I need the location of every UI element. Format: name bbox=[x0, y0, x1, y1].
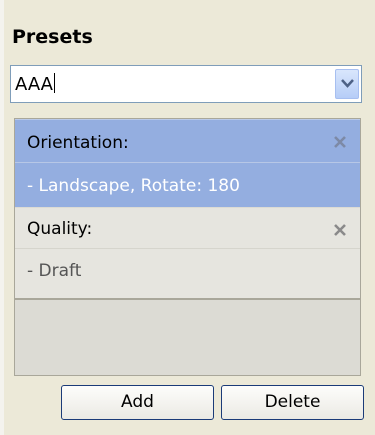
panel-edge bbox=[0, 0, 4, 435]
item-value: - Landscape, Rotate: 180 bbox=[27, 176, 240, 196]
chevron-down-icon bbox=[341, 79, 354, 88]
preset-combo-box[interactable]: AAA bbox=[10, 65, 362, 103]
preset-combo-value[interactable]: AAA bbox=[15, 73, 55, 95]
list-item-quality[interactable]: Quality: - Draft bbox=[15, 208, 360, 300]
preset-settings-list[interactable]: Orientation: - Landscape, Rotate: 180 Qu… bbox=[14, 118, 361, 376]
add-button[interactable]: Add bbox=[61, 385, 214, 420]
item-value: - Draft bbox=[27, 261, 82, 281]
remove-icon[interactable] bbox=[332, 134, 348, 150]
presets-title: Presets bbox=[12, 26, 93, 48]
item-divider bbox=[15, 248, 360, 249]
item-label: Quality: bbox=[27, 219, 93, 239]
delete-button[interactable]: Delete bbox=[221, 385, 364, 420]
combo-text: AAA bbox=[15, 74, 53, 95]
dropdown-button[interactable] bbox=[335, 69, 359, 99]
item-label: Orientation: bbox=[27, 133, 129, 153]
item-divider bbox=[15, 162, 360, 163]
text-caret bbox=[53, 73, 55, 93]
remove-icon[interactable] bbox=[332, 222, 348, 238]
list-item-orientation[interactable]: Orientation: - Landscape, Rotate: 180 bbox=[15, 119, 360, 207]
presets-panel: Presets AAA Orientation: - Landscape, Ro… bbox=[0, 0, 375, 435]
